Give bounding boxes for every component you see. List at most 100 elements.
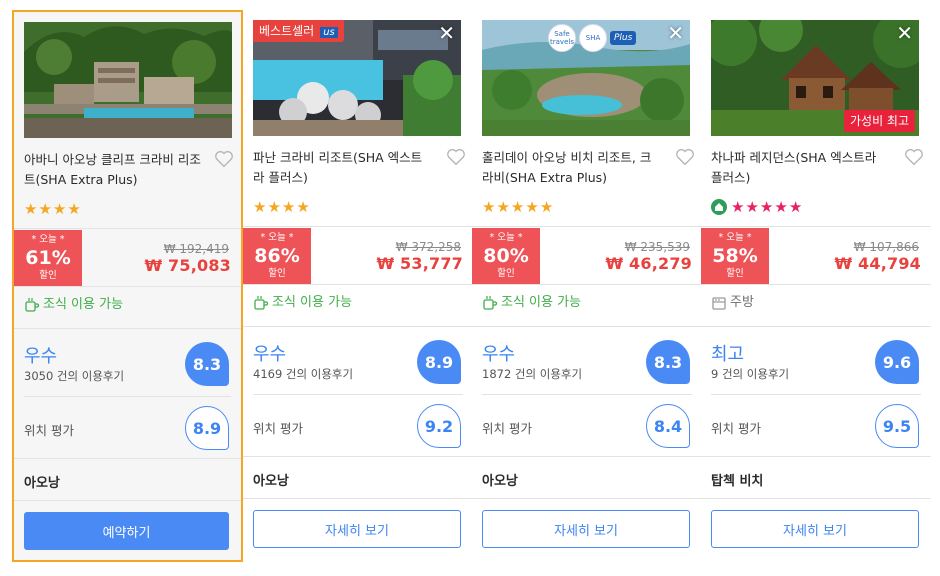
divider xyxy=(482,394,692,395)
star-icon: ★ xyxy=(745,198,759,216)
hotel-card[interactable]: ✕ 가성비 최고 차나파 레지던스(SHA 엑스트라 플러스) ★ ★ ★ ★ … xyxy=(701,10,931,562)
details-button[interactable]: 자세히 보기 xyxy=(711,510,919,548)
original-price: ₩ 107,866 xyxy=(853,240,919,254)
amenity: 주방 xyxy=(711,294,754,312)
divider xyxy=(24,396,231,397)
hotel-name[interactable]: 홀리데이 아오낭 비치 리조트, 크라비(SHA Extra Plus) xyxy=(482,148,662,188)
location-score-badge: 8.4 xyxy=(646,404,690,448)
heart-icon[interactable] xyxy=(674,146,696,168)
discount-percent: 80% xyxy=(483,245,529,267)
hotel-photo[interactable]: ✕ 가성비 최고 xyxy=(711,20,919,136)
divider xyxy=(472,226,702,227)
sale-price: ₩ 44,794 xyxy=(834,254,921,273)
coffee-cup-icon xyxy=(25,298,40,312)
hotel-name[interactable]: 차나파 레지던스(SHA 엑스트라 플러스) xyxy=(711,148,891,188)
divider xyxy=(701,456,931,457)
close-icon[interactable]: ✕ xyxy=(438,22,455,44)
details-button[interactable]: 자세히 보기 xyxy=(482,510,690,548)
discount-percent: 58% xyxy=(712,245,758,267)
divider xyxy=(701,326,931,327)
rating-word: 최고 xyxy=(711,344,745,365)
divider xyxy=(243,284,473,285)
star-icon: ★ xyxy=(67,200,81,218)
discount-label: 할인 xyxy=(726,268,744,279)
location-score-badge: 8.9 xyxy=(185,406,229,450)
hotel-photo[interactable]: 베스트셀러 us ✕ xyxy=(253,20,461,136)
divider xyxy=(472,498,702,499)
heart-icon[interactable] xyxy=(213,148,235,170)
star-icon: ★ xyxy=(296,198,310,216)
bestseller-badge: 베스트셀러 us xyxy=(253,20,344,42)
hotel-name[interactable]: 아바니 아오낭 클리프 크라비 리조트(SHA Extra Plus) xyxy=(24,150,204,190)
hotel-card[interactable]: Safe travels SHA Plus ✕ 홀리데이 아오낭 비치 리조트,… xyxy=(472,10,702,562)
star-icon: ★ xyxy=(788,198,803,216)
hotel-name[interactable]: 파난 크라비 리조트(SHA 엑스트라 플러스) xyxy=(253,148,433,188)
star-rating: ★ ★ ★ ★ xyxy=(253,198,310,216)
area-name: 아오낭 xyxy=(482,474,518,489)
close-icon[interactable]: ✕ xyxy=(896,22,913,44)
hotel-card[interactable]: 아바니 아오낭 클리프 크라비 리조트(SHA Extra Plus) ★ ★ … xyxy=(12,10,243,562)
star-rating: ★ ★ ★ ★ xyxy=(24,200,81,218)
close-icon[interactable]: ✕ xyxy=(667,22,684,44)
hotel-card[interactable]: 베스트셀러 us ✕ 파난 크라비 리조트(SHA 엑스트라 플러스) ★ ★ ★… xyxy=(243,10,473,562)
star-icon: ★ xyxy=(281,198,296,216)
rating-word: 우수 xyxy=(24,346,58,367)
star-icon: ★ xyxy=(267,198,281,216)
amenity: 조식 이용 가능 xyxy=(24,296,123,314)
original-price: ₩ 235,539 xyxy=(624,240,690,254)
star-icon: ★ xyxy=(496,198,510,216)
divider xyxy=(243,326,473,327)
kitchen-icon xyxy=(712,297,726,310)
book-button[interactable]: 예약하기 xyxy=(24,512,229,550)
star-icon: ★ xyxy=(24,200,38,218)
amenity: 조식 이용 가능 xyxy=(482,294,581,312)
hotel-photo[interactable] xyxy=(24,22,232,138)
star-icon: ★ xyxy=(539,198,554,216)
deal-today-label: * 오늘 * xyxy=(718,232,752,243)
divider xyxy=(14,228,241,229)
discount-badge: * 오늘 * 86% 할인 xyxy=(243,228,311,284)
divider xyxy=(701,498,931,499)
star-icon: ★ xyxy=(482,198,496,216)
amenity: 조식 이용 가능 xyxy=(253,294,352,312)
hotel-photo[interactable]: Safe travels SHA Plus ✕ xyxy=(482,20,690,136)
sha-badge: SHA xyxy=(579,24,607,52)
discount-label: 할인 xyxy=(39,270,57,281)
divider xyxy=(14,500,241,501)
review-score-badge: 8.3 xyxy=(646,340,690,384)
location-rating-label: 위치 평가 xyxy=(711,421,761,436)
review-count[interactable]: 4169 건의 이용후기 xyxy=(253,366,353,382)
location-rating-label: 위치 평가 xyxy=(24,423,74,438)
amenity-label: 조식 이용 가능 xyxy=(43,297,124,312)
star-icon: ★ xyxy=(510,198,525,216)
best-value-badge: 가성비 최고 xyxy=(843,110,915,132)
details-button[interactable]: 자세히 보기 xyxy=(253,510,461,548)
star-rating: ★ ★ ★ ★ ★ xyxy=(482,198,553,216)
review-count[interactable]: 9 건의 이용후기 xyxy=(711,366,789,382)
heart-icon[interactable] xyxy=(903,146,925,168)
heart-icon[interactable] xyxy=(445,146,467,168)
star-icon: ★ xyxy=(525,198,539,216)
sale-price: ₩ 53,777 xyxy=(376,254,463,273)
location-score-badge: 9.5 xyxy=(875,404,919,448)
divider xyxy=(253,394,463,395)
sha-certification-badges: Safe travels SHA Plus xyxy=(548,24,637,52)
divider xyxy=(472,284,702,285)
review-count[interactable]: 3050 건의 이용후기 xyxy=(24,368,124,384)
area-name: 아오낭 xyxy=(24,476,60,491)
home-icon xyxy=(711,199,727,215)
rating-word: 우수 xyxy=(482,344,516,365)
sale-price: ₩ 75,083 xyxy=(144,256,231,275)
divider xyxy=(243,456,473,457)
review-count[interactable]: 1872 건의 이용후기 xyxy=(482,366,582,382)
discount-badge: * 오늘 * 80% 할인 xyxy=(472,228,540,284)
review-score-badge: 9.6 xyxy=(875,340,919,384)
discount-percent: 61% xyxy=(25,247,71,269)
divider xyxy=(701,284,931,285)
divider xyxy=(472,456,702,457)
review-score-badge: 8.3 xyxy=(185,342,229,386)
divider xyxy=(701,226,931,227)
divider xyxy=(243,498,473,499)
star-icon: ★ xyxy=(52,200,67,218)
star-icon: ★ xyxy=(253,198,267,216)
